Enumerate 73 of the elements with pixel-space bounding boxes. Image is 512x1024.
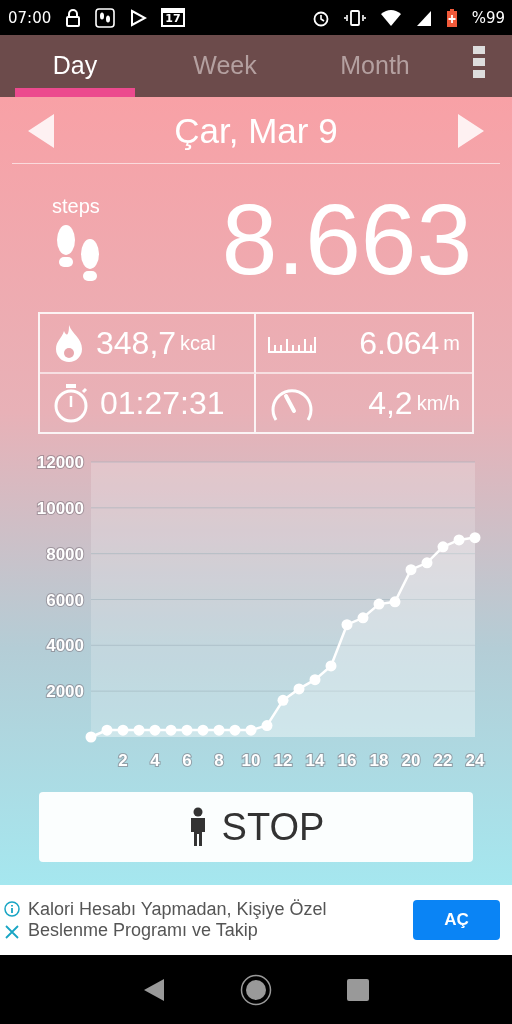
data-point	[341, 619, 353, 631]
close-icon[interactable]	[5, 925, 19, 939]
x-axis-label: 12	[273, 751, 293, 770]
data-point	[101, 724, 113, 736]
data-point	[213, 724, 225, 736]
data-point	[389, 596, 401, 608]
status-time: 07:00	[8, 8, 52, 27]
y-axis-label: 12000	[36, 453, 84, 472]
stat-unit: m	[443, 331, 460, 355]
battery-percent: %99	[471, 8, 505, 27]
x-axis-label: 14	[305, 751, 325, 770]
data-point	[437, 541, 449, 553]
stat-unit: km/h	[416, 391, 460, 415]
wifi-icon	[379, 8, 402, 27]
stat-value: 4,2	[368, 384, 413, 422]
stop-button[interactable]: STOP	[39, 792, 473, 862]
data-point	[165, 724, 177, 736]
x-axis-label: 22	[433, 751, 453, 770]
x-axis-label: 18	[369, 751, 389, 770]
y-axis-label: 2000	[46, 682, 84, 702]
data-point	[261, 720, 273, 732]
calendar-icon: 17	[161, 8, 185, 27]
data-point	[469, 532, 481, 544]
stopwatch-icon	[52, 383, 90, 423]
step-count: 8.663	[221, 189, 472, 289]
data-point	[421, 557, 433, 569]
y-axis-label: 10000	[36, 498, 84, 518]
stat-value: 01:27:31	[100, 384, 225, 422]
data-point	[149, 724, 161, 736]
x-axis-label: 2	[118, 751, 128, 770]
steps-label: steps	[52, 194, 100, 218]
x-axis-label: 6	[182, 751, 192, 770]
date-label: Çar, Mar 9	[174, 111, 338, 151]
back-icon[interactable]	[142, 977, 165, 1002]
info-icon[interactable]	[4, 901, 20, 917]
data-point	[85, 731, 97, 743]
data-point	[309, 674, 321, 686]
stat-unit: kcal	[180, 331, 216, 355]
y-axis-label: 6000	[46, 590, 84, 610]
x-axis-label: 8	[214, 751, 224, 770]
data-point	[325, 660, 337, 672]
data-point	[453, 534, 465, 546]
x-axis-label: 16	[337, 751, 357, 770]
menu-icon[interactable]	[472, 46, 486, 78]
x-axis-label: 4	[150, 751, 160, 770]
data-point	[245, 724, 257, 736]
tab[interactable]: Week	[150, 35, 300, 97]
tab[interactable]: Month	[300, 35, 450, 97]
x-axis-label: 10	[241, 751, 261, 770]
vibrate-icon	[343, 8, 366, 27]
data-point	[197, 724, 209, 736]
stat-value: 6.064	[359, 324, 440, 362]
data-point	[405, 564, 417, 576]
data-point	[373, 598, 385, 610]
data-point	[181, 724, 193, 736]
data-point	[133, 724, 145, 736]
x-axis-label: 24	[465, 751, 485, 770]
y-axis-label: 8000	[46, 544, 84, 564]
data-point	[117, 724, 129, 736]
data-point	[229, 724, 241, 736]
lock-icon	[65, 8, 82, 27]
stat-value: 348,7	[96, 324, 177, 362]
data-point	[357, 612, 369, 624]
recents-icon[interactable]	[347, 978, 370, 1001]
open-button[interactable]: AÇ	[413, 900, 500, 940]
y-axis-label: 4000	[46, 636, 84, 656]
footprints-icon	[95, 7, 116, 28]
ad-text: Kalori Hesabı Yapmadan, Kişiye Özel Beslenme Programı ve Takip	[28, 899, 328, 941]
home-icon[interactable]	[240, 973, 272, 1006]
data-point	[277, 694, 289, 706]
data-point	[293, 683, 305, 695]
battery-icon	[445, 7, 458, 28]
x-axis-label: 20	[401, 751, 421, 770]
